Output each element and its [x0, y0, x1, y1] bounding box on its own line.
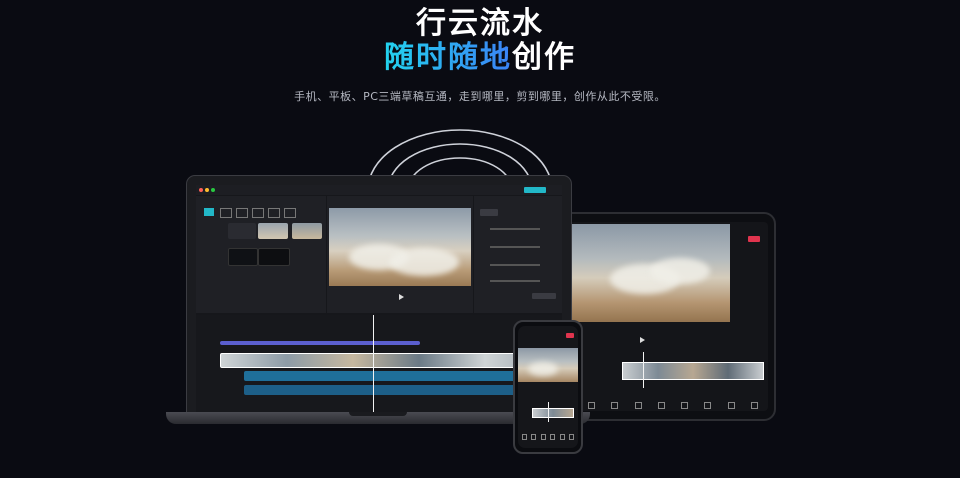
tablet-playhead[interactable]	[643, 352, 644, 388]
tab-transitions[interactable]	[284, 208, 296, 218]
tab-text[interactable]	[236, 208, 248, 218]
maximize-window-icon[interactable]	[211, 188, 215, 192]
inspector-tab-active[interactable]	[480, 209, 498, 216]
tab-audio[interactable]	[220, 208, 232, 218]
media-thumb[interactable]	[228, 248, 258, 266]
media-panel	[196, 196, 326, 313]
close-window-icon[interactable]	[199, 188, 203, 192]
phone-timeline-clip[interactable]	[532, 408, 574, 418]
import-button[interactable]	[228, 223, 256, 239]
tablet-screen	[568, 222, 768, 411]
media-thumb[interactable]	[292, 223, 322, 239]
tab-effects[interactable]	[268, 208, 280, 218]
slider-track[interactable]	[490, 280, 540, 282]
tablet-export-button[interactable]	[748, 236, 760, 242]
timeline-panel	[196, 315, 562, 414]
slider-track[interactable]	[490, 246, 540, 248]
tablet-video-preview	[570, 224, 730, 322]
tablet-device	[560, 212, 776, 421]
play-button-icon[interactable]	[399, 294, 404, 300]
tab-media[interactable]	[204, 208, 214, 216]
slider-track[interactable]	[490, 228, 540, 230]
export-button[interactable]	[524, 187, 546, 193]
audio-track[interactable]	[244, 371, 550, 381]
media-thumb[interactable]	[258, 223, 288, 239]
hero-subtitle: 手机、平板、PC三端草稿互通，走到哪里，剪到哪里，创作从此不受限。	[294, 90, 666, 103]
audio-track[interactable]	[244, 385, 550, 395]
video-track[interactable]	[220, 353, 552, 368]
laptop-notch	[349, 412, 407, 416]
apply-button[interactable]	[532, 293, 556, 299]
hero-title-line2: 随时随地创作	[0, 40, 960, 76]
timeline-playhead[interactable]	[373, 315, 374, 414]
slider-track[interactable]	[490, 264, 540, 266]
laptop-screen	[196, 185, 562, 414]
hero-title-highlight: 随时随地	[384, 40, 512, 75]
phone-toolbar	[522, 434, 574, 440]
phone-screen	[518, 326, 578, 448]
tablet-toolbar	[588, 402, 758, 410]
inspector-panel	[474, 196, 562, 313]
video-preview	[329, 208, 471, 286]
hero-title-rest: 创作	[512, 40, 576, 75]
app-titlebar	[196, 185, 562, 195]
tab-sticker[interactable]	[252, 208, 264, 218]
minimize-window-icon[interactable]	[205, 188, 209, 192]
tablet-play-icon[interactable]	[640, 337, 645, 343]
phone-device	[513, 320, 583, 454]
media-thumb[interactable]	[258, 248, 290, 266]
text-track[interactable]	[220, 341, 420, 345]
phone-export-button[interactable]	[566, 333, 574, 338]
hero-title-line1: 行云流水	[416, 6, 544, 41]
phone-video-preview	[518, 348, 578, 382]
phone-playhead[interactable]	[548, 402, 549, 422]
